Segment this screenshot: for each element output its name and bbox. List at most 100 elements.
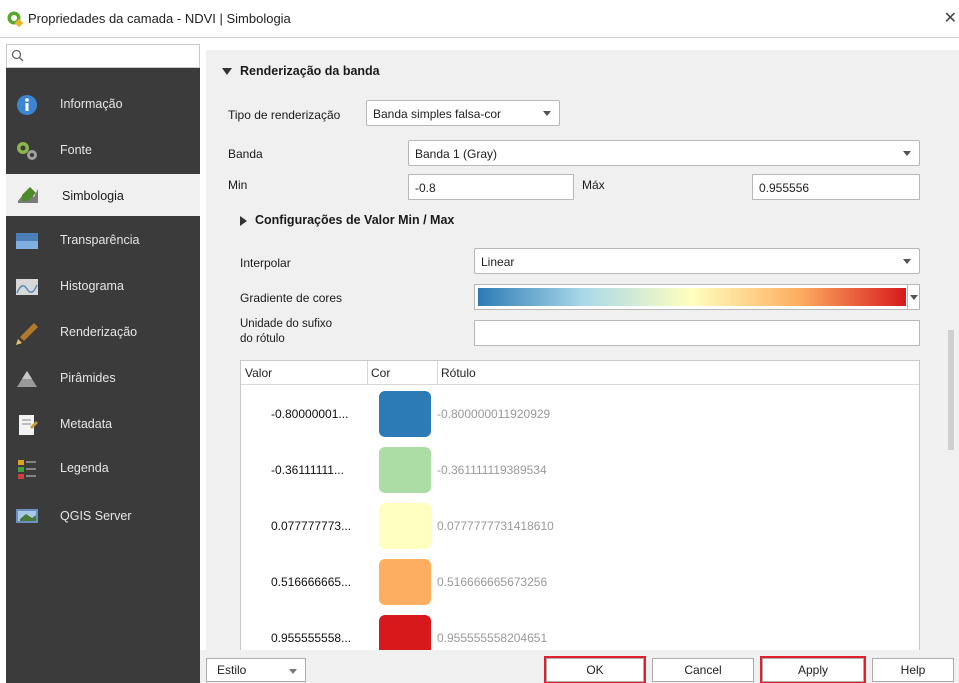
sidebar-item-label: Transparência xyxy=(60,233,140,247)
min-label: Min xyxy=(228,178,248,192)
sidebar-item-metadata[interactable]: Metadata xyxy=(6,404,200,446)
interpolate-value: Linear xyxy=(481,255,515,269)
render-type-value: Banda simples falsa-cor xyxy=(373,107,502,121)
band-value: Banda 1 (Gray) xyxy=(415,147,498,161)
row-value[interactable]: 0.955555558... xyxy=(271,631,351,645)
row-value[interactable]: 0.516666665... xyxy=(271,575,351,589)
sidebar-item-informacao[interactable]: Informação xyxy=(6,84,200,126)
dialog-button-bar: Estilo OK Cancel Apply Help xyxy=(200,650,959,683)
window-title: Propriedades da camada - NDVI | Simbolog… xyxy=(28,11,291,26)
chevron-down-icon xyxy=(289,669,297,674)
color-ramp-select[interactable] xyxy=(474,284,920,310)
info-icon xyxy=(17,95,37,115)
ok-button[interactable]: OK xyxy=(544,656,646,683)
color-swatch[interactable] xyxy=(379,615,431,651)
minmax-settings-header[interactable]: Configurações de Valor Min / Max xyxy=(240,213,454,227)
table-row[interactable]: -0.80000001... -0.800000011920929 xyxy=(241,387,919,443)
row-value[interactable]: -0.80000001... xyxy=(271,407,348,421)
row-label[interactable]: 0.955555558204651 xyxy=(437,631,547,645)
color-swatch[interactable] xyxy=(379,391,431,437)
color-map-table: Valor Cor Rótulo -0.80000001... -0.80000… xyxy=(240,360,920,652)
color-ramp-preview xyxy=(478,288,906,306)
sidebar-item-label: Informação xyxy=(60,97,123,111)
color-swatch[interactable] xyxy=(379,503,431,549)
sidebar-item-legenda[interactable]: Legenda xyxy=(6,448,200,490)
sidebar-search-input[interactable] xyxy=(6,44,200,68)
sidebar-item-renderizacao[interactable]: Renderização xyxy=(6,312,200,354)
cancel-button[interactable]: Cancel xyxy=(652,658,754,682)
histogram-icon xyxy=(16,279,38,295)
color-ramp-label: Gradiente de cores xyxy=(240,291,343,305)
suffix-label: Unidade do sufixo xyxy=(240,318,333,330)
row-value[interactable]: -0.36111111... xyxy=(271,463,344,477)
band-select[interactable]: Banda 1 (Gray) xyxy=(408,140,920,166)
minmax-settings-title: Configurações de Valor Min / Max xyxy=(255,213,455,227)
min-value: -0.8 xyxy=(415,181,436,195)
sidebar-item-transparencia[interactable]: Transparência xyxy=(6,220,200,262)
sidebar-item-piramides[interactable]: Pirâmides xyxy=(6,358,200,400)
title-bar: Propriedades da camada - NDVI | Simbolog… xyxy=(0,0,959,38)
sidebar-item-label: Histograma xyxy=(60,279,124,293)
source-icon xyxy=(17,142,37,160)
band-rendering-section-header[interactable]: Renderização da banda xyxy=(222,64,380,78)
column-divider[interactable] xyxy=(367,361,368,385)
interpolate-select[interactable]: Linear xyxy=(474,248,920,274)
header-cor[interactable]: Cor xyxy=(371,366,390,380)
render-type-select[interactable]: Banda simples falsa-cor xyxy=(366,100,560,126)
help-button[interactable]: Help xyxy=(872,658,954,682)
sidebar-item-fonte[interactable]: Fonte xyxy=(6,130,200,172)
max-input[interactable]: 0.955556 xyxy=(752,174,920,200)
qgis-server-icon xyxy=(16,509,38,523)
row-label[interactable]: -0.361111119389534 xyxy=(437,463,547,477)
section-title: Renderização da banda xyxy=(240,64,380,78)
sidebar-item-qgis-server[interactable]: QGIS Server xyxy=(6,496,200,538)
legend-icon xyxy=(18,460,36,479)
apply-button[interactable]: Apply xyxy=(760,656,866,683)
sidebar-item-label: Metadata xyxy=(60,417,113,431)
style-label: Estilo xyxy=(217,663,247,677)
min-input[interactable]: -0.8 xyxy=(408,174,574,200)
interpolate-label: Interpolar xyxy=(240,256,291,270)
row-label[interactable]: -0.800000011920929 xyxy=(437,407,550,421)
band-label: Banda xyxy=(228,147,263,161)
table-row[interactable]: 0.077777773... 0.0777777731418610 xyxy=(241,499,919,555)
row-label[interactable]: 0.516666665673256 xyxy=(437,575,547,589)
header-rotulo[interactable]: Rótulo xyxy=(441,366,476,380)
suffix-input[interactable] xyxy=(474,320,920,346)
color-swatch[interactable] xyxy=(379,447,431,493)
table-row[interactable]: -0.36111111... -0.361111119389534 xyxy=(241,443,919,499)
symbology-icon xyxy=(18,187,38,203)
close-icon[interactable]: ✕ xyxy=(944,8,957,28)
sidebar-item-label: QGIS Server xyxy=(60,509,132,523)
sidebar-item-simbologia[interactable]: Simbologia xyxy=(6,174,200,216)
qgis-logo-icon xyxy=(7,11,24,28)
expand-arrow-icon xyxy=(240,215,247,226)
sidebar-item-label: Legenda xyxy=(60,461,109,475)
render-type-label: Tipo de renderização xyxy=(228,108,341,122)
row-label[interactable]: 0.0777777731418610 xyxy=(437,519,554,533)
vertical-scrollbar[interactable] xyxy=(946,60,956,650)
max-value: 0.955556 xyxy=(759,181,810,195)
sidebar-item-label: Pirâmides xyxy=(60,371,116,385)
header-valor[interactable]: Valor xyxy=(245,366,272,380)
style-dropdown-button[interactable]: Estilo xyxy=(206,658,306,682)
table-header: Valor Cor Rótulo xyxy=(241,361,919,385)
sidebar-item-label: Fonte xyxy=(60,143,92,157)
sidebar-item-histograma[interactable]: Histograma xyxy=(6,266,200,308)
scrollbar-thumb[interactable] xyxy=(948,330,954,450)
suffix-label-line2: do rótulo xyxy=(240,333,285,345)
color-swatch[interactable] xyxy=(379,559,431,605)
sidebar-item-label: Simbologia xyxy=(62,189,124,203)
pyramids-icon xyxy=(17,371,37,387)
chevron-down-icon[interactable] xyxy=(907,285,919,309)
symbology-panel: Renderização da banda Tipo de renderizaç… xyxy=(206,50,959,652)
metadata-icon xyxy=(19,415,38,435)
sidebar: Informação Fonte Simbologia Transparênci… xyxy=(6,44,200,683)
collapse-arrow-icon xyxy=(222,68,232,76)
chevron-down-icon xyxy=(903,151,911,156)
sidebar-item-label: Renderização xyxy=(60,325,138,339)
row-value[interactable]: 0.077777773... xyxy=(271,519,351,533)
column-divider[interactable] xyxy=(437,361,438,385)
table-row[interactable]: 0.955555558... 0.955555558204651 xyxy=(241,611,919,651)
table-row[interactable]: 0.516666665... 0.516666665673256 xyxy=(241,555,919,611)
